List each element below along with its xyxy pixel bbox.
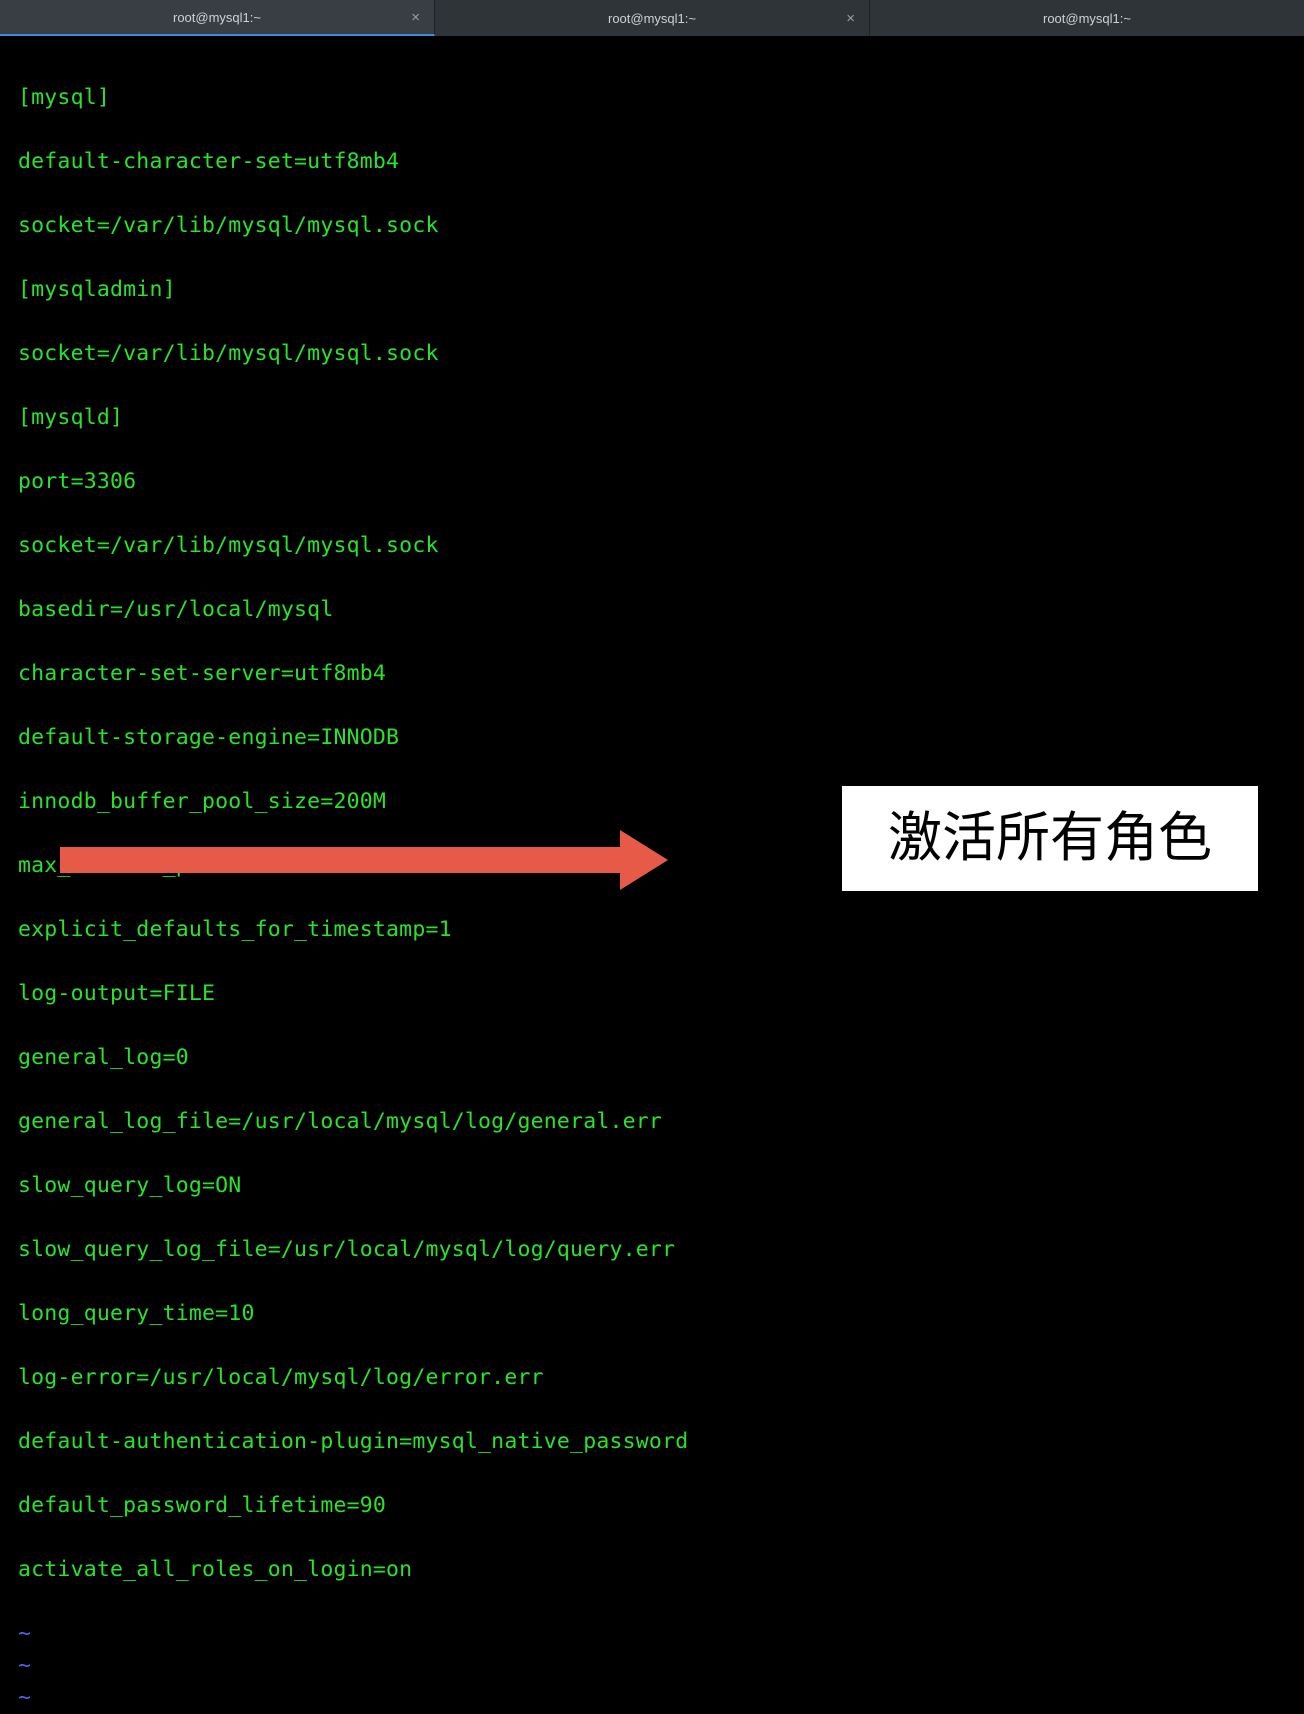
config-line: explicit_defaults_for_timestamp=1 [18,914,1286,946]
config-line: long_query_time=10 [18,1298,1286,1330]
config-line: basedir=/usr/local/mysql [18,594,1286,626]
config-line: [mysqladmin] [18,274,1286,306]
annotation-label: 激活所有角色 [842,786,1258,891]
config-line: character-set-server=utf8mb4 [18,658,1286,690]
config-line: log-error=/usr/local/mysql/log/error.err [18,1362,1286,1394]
config-line: socket=/var/lib/mysql/mysql.sock [18,210,1286,242]
vim-tilde: ~ [0,1682,1304,1714]
tab-title: root@mysql1:~ [1043,11,1131,26]
annotation-arrow [60,830,668,890]
arrow-shaft [60,847,620,873]
config-line: port=3306 [18,466,1286,498]
config-line: default-authentication-plugin=mysql_nati… [18,1426,1286,1458]
config-line: general_log_file=/usr/local/mysql/log/ge… [18,1106,1286,1138]
config-line: [mysql] [18,82,1286,114]
tab-1[interactable]: root@mysql1:~ × [0,0,435,36]
config-line: slow_query_log=ON [18,1170,1286,1202]
close-icon[interactable]: × [411,9,420,26]
config-line: activate_all_roles_on_login=on [18,1554,1286,1586]
close-icon[interactable]: × [846,10,855,27]
vim-tilde: ~ [0,1650,1304,1682]
config-line: default-storage-engine=INNODB [18,722,1286,754]
config-line: [mysqld] [18,402,1286,434]
tab-bar: root@mysql1:~ × root@mysql1:~ × root@mys… [0,0,1304,36]
vim-tilde: ~ [0,1618,1304,1650]
arrow-head-icon [620,830,668,890]
tab-title: root@mysql1:~ [608,11,696,26]
config-line: socket=/var/lib/mysql/mysql.sock [18,338,1286,370]
config-line: default-character-set=utf8mb4 [18,146,1286,178]
tab-title: root@mysql1:~ [173,10,261,25]
config-line: slow_query_log_file=/usr/local/mysql/log… [18,1234,1286,1266]
config-line: default_password_lifetime=90 [18,1490,1286,1522]
config-line: socket=/var/lib/mysql/mysql.sock [18,530,1286,562]
config-line: log-output=FILE [18,978,1286,1010]
tab-2[interactable]: root@mysql1:~ × [435,0,870,36]
config-line: general_log=0 [18,1042,1286,1074]
tab-3[interactable]: root@mysql1:~ [870,0,1304,36]
